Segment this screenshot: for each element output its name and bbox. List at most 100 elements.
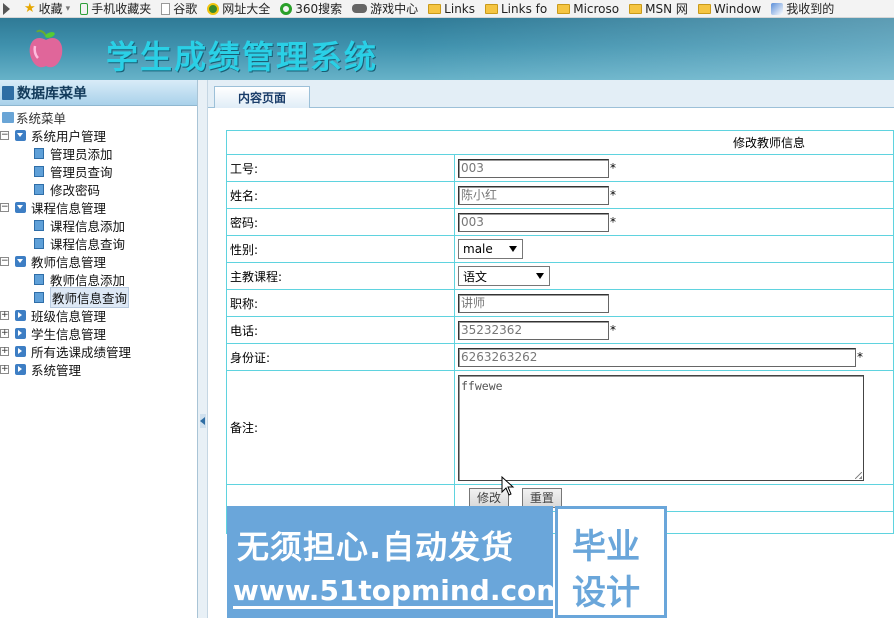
folder-closed-icon [15, 345, 26, 357]
folder-icon [485, 3, 498, 14]
tree-group-class-info[interactable]: + 班级信息管理 [0, 306, 197, 324]
tree-group-system-admin[interactable]: + 系统管理 [0, 360, 197, 378]
bookmark-google[interactable]: 谷歌 [161, 0, 197, 17]
menu-header: 数据库菜单 [0, 80, 197, 106]
label-title: 职称: [226, 289, 455, 317]
collapse-arrow-icon[interactable] [200, 414, 206, 428]
page-icon [34, 237, 44, 249]
phone-input[interactable]: 35232362 [458, 320, 609, 340]
folder-icon [697, 3, 711, 14]
main-course-select[interactable]: 语文 [458, 266, 550, 286]
phone-icon [80, 2, 89, 15]
label-password: 密码: [226, 208, 455, 236]
tree-item-teacher-add[interactable]: 教师信息添加 [0, 270, 197, 288]
label-main-course: 主教课程: [226, 262, 455, 290]
required-mark: * [610, 161, 616, 175]
bookmark-mobile[interactable]: 手机收藏夹 [80, 0, 151, 17]
label-id: 工号: [226, 154, 455, 182]
page-icon [34, 219, 44, 231]
watermark-url: www.51topmind.com [233, 574, 566, 609]
sidebar-menu: 数据库菜单 系统菜单 − 系统用户管理 管理员添加 管理员查询 修改密码 − 课… [0, 80, 198, 618]
required-mark: * [610, 323, 616, 337]
tree-item-teacher-query[interactable]: 教师信息查询 [0, 286, 197, 308]
folder-icon [629, 3, 643, 14]
required-mark: * [610, 215, 616, 229]
expand-icon[interactable]: + [0, 346, 9, 356]
watermark-text-biye: 毕业 [572, 527, 640, 567]
job-title-input[interactable]: 讲师 [458, 293, 609, 313]
bookmark-received[interactable]: 我收到的 [771, 0, 834, 17]
password-input[interactable]: 003 [458, 212, 609, 232]
mouse-cursor-icon [501, 476, 515, 496]
expand-icon [3, 2, 10, 15]
watermark-left-panel: 无须担心.自动发货 www.51topmind.com [227, 506, 566, 618]
tree-group-course-scores[interactable]: + 所有选课成绩管理 [0, 342, 197, 360]
pin-icon [771, 2, 784, 15]
system-menu-icon [2, 111, 14, 123]
bookmark-games[interactable]: 游戏中心 [352, 0, 418, 17]
remark-textarea[interactable]: ffwewe [458, 374, 864, 481]
tree-root[interactable]: 系统菜单 [0, 108, 197, 126]
resize-grip-icon[interactable] [855, 471, 862, 479]
reset-button[interactable]: 重置 [521, 488, 562, 508]
gamepad-icon [352, 4, 368, 13]
folder-closed-icon [15, 327, 26, 339]
edit-teacher-form: 修改教师信息 工号: 003 * 姓名: 陈小红 * 密码: 003 * 性别: ma… [226, 130, 894, 534]
id-input[interactable]: 003 [458, 158, 609, 178]
expand-icon[interactable]: + [0, 364, 9, 374]
page-icon [161, 2, 171, 15]
dropdown-arrow-icon [536, 273, 544, 279]
bookmark-msn[interactable]: MSN 网 [629, 0, 688, 17]
bookmark-hao123[interactable]: 网址大全 [207, 0, 270, 17]
bookmark-microsoft[interactable]: Microso [557, 2, 619, 16]
name-input[interactable]: 陈小红 [458, 185, 609, 205]
label-gender: 性别: [226, 235, 455, 263]
tree-item-course-add[interactable]: 课程信息添加 [0, 216, 197, 234]
watermark-slogan: 无须担心.自动发货 [237, 528, 515, 566]
bookmarks-toggle[interactable] [0, 2, 13, 15]
tree-item-admin-query[interactable]: 管理员查询 [0, 162, 197, 180]
system-title: 学生成绩管理系统 [106, 38, 379, 76]
star-icon: ★ [24, 1, 36, 16]
tree-item-course-query[interactable]: 课程信息查询 [0, 234, 197, 252]
gender-select[interactable]: male [458, 239, 523, 259]
collapse-icon[interactable]: − [0, 256, 9, 266]
bookmarks-bar: ★ 收藏 ▾ 手机收藏夹 谷歌 网址大全 360搜索 游戏中心 Links Link… [0, 0, 894, 18]
bookmark-360[interactable]: 360搜索 [280, 0, 342, 17]
collapse-icon[interactable]: − [0, 202, 9, 212]
bookmark-favorites[interactable]: ★ 收藏 ▾ [23, 0, 70, 17]
tree-group-course-info[interactable]: − 课程信息管理 [0, 198, 197, 216]
page-icon [34, 291, 44, 303]
expand-icon[interactable]: + [0, 328, 9, 338]
app-header: 学生成绩管理系统 [0, 18, 894, 80]
tree-group-teacher-info[interactable]: − 教师信息管理 [0, 252, 197, 270]
bookmark-links-for[interactable]: Links fo [485, 2, 547, 16]
required-mark: * [610, 188, 616, 202]
page-icon [34, 273, 44, 285]
tree-item-admin-add[interactable]: 管理员添加 [0, 144, 197, 162]
label-remark: 备注: [226, 370, 455, 485]
watermark-text-sheji: 设计 [572, 573, 640, 613]
tab-content-page[interactable]: 内容页面 [214, 86, 310, 108]
folder-open-icon [15, 201, 26, 213]
dropdown-arrow-icon [509, 246, 517, 252]
apple-logo-icon [29, 29, 63, 68]
bookmark-windows[interactable]: Window [697, 2, 761, 16]
collapse-icon[interactable]: − [0, 130, 9, 140]
tree-group-student-info[interactable]: + 学生信息管理 [0, 324, 197, 342]
tree-item-change-password[interactable]: 修改密码 [0, 180, 197, 198]
page-icon [34, 165, 44, 177]
360-icon [280, 2, 293, 15]
id-card-input[interactable]: 6263263262 [458, 347, 856, 367]
tree-group-system-users[interactable]: − 系统用户管理 [0, 126, 197, 144]
label-name: 姓名: [226, 181, 455, 209]
label-id-card: 身份证: [226, 343, 455, 371]
folder-open-icon [15, 255, 26, 267]
required-mark: * [857, 350, 863, 364]
page-icon [34, 147, 44, 159]
sidebar-splitter[interactable] [198, 80, 208, 618]
bookmark-links[interactable]: Links [428, 2, 475, 16]
form-title: 修改教师信息 [226, 130, 894, 155]
expand-icon[interactable]: + [0, 310, 9, 320]
menu-tree: 系统菜单 − 系统用户管理 管理员添加 管理员查询 修改密码 − 课程信息管理 … [0, 106, 197, 378]
